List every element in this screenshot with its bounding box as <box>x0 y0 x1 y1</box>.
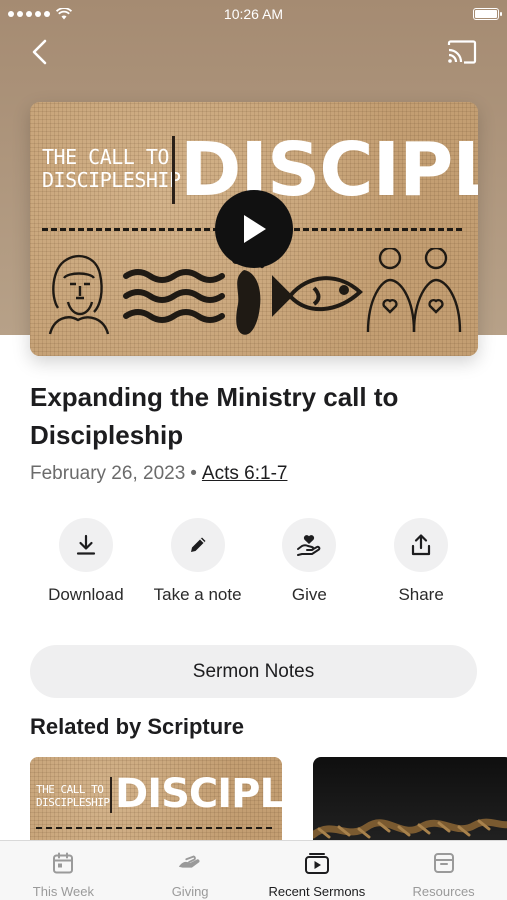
fish-icon <box>272 275 363 317</box>
sermon-date: February 26, 2023 <box>30 463 186 484</box>
related-section-title: Related by Scripture <box>30 714 244 739</box>
related-card-divider <box>110 777 112 813</box>
sermon-notes-button[interactable]: Sermon Notes <box>30 645 477 698</box>
download-icon <box>76 534 95 555</box>
status-bar: 10:26 AM <box>0 0 507 28</box>
water-waves-icon <box>123 269 225 323</box>
pencil-icon <box>190 537 206 552</box>
related-card-discipleship[interactable]: THE CALL TO DISCIPLESHIP DISCIPLE <box>30 757 282 841</box>
related-card-small-title: THE CALL TO DISCIPLESHIP <box>36 783 110 809</box>
giving-hand-icon <box>177 850 203 876</box>
sermon-title: Expanding the Ministry call to Disciples… <box>30 382 399 450</box>
give-label: Give <box>291 585 327 604</box>
scripture-link[interactable]: Acts 6:1-7 <box>202 463 288 484</box>
tab-recent-sermons[interactable]: Recent Sermons <box>254 841 381 900</box>
artwork-small-line-2: DISCIPLESHIP <box>42 168 181 192</box>
jesus-face-icon <box>48 254 110 335</box>
artwork-series-label: THE CALL TO DISCIPLESHIP <box>42 146 181 192</box>
tab-recent-sermons-label: Recent Sermons <box>268 884 366 899</box>
artwork-divider <box>172 136 175 204</box>
meta-separator: • <box>190 463 197 484</box>
action-row: Download Take a note Give Share <box>30 518 477 605</box>
give-circle <box>282 518 337 572</box>
calendar-icon <box>50 850 76 876</box>
back-chevron-icon[interactable] <box>28 38 54 66</box>
tab-this-week[interactable]: This Week <box>0 841 127 900</box>
sermon-meta: February 26, 2023 • Acts 6:1-7 <box>30 463 287 485</box>
give-hand-heart-icon <box>297 535 321 556</box>
download-label: Download <box>48 585 124 604</box>
share-icon <box>412 534 431 556</box>
archive-box-icon <box>431 850 457 876</box>
download-circle <box>58 518 113 572</box>
tab-resources[interactable]: Resources <box>380 841 507 900</box>
share-label: Share <box>398 585 444 604</box>
related-carousel[interactable]: THE CALL TO DISCIPLESHIP DISCIPLE <box>30 757 507 841</box>
share-button[interactable]: Share <box>365 518 477 605</box>
play-icon <box>244 215 266 243</box>
battery-icon <box>473 8 502 20</box>
give-button[interactable]: Give <box>254 518 366 605</box>
related-card-small-line-1: THE CALL TO <box>36 783 104 796</box>
related-card-rope[interactable] <box>313 757 507 841</box>
status-time: 10:26 AM <box>223 6 284 22</box>
sermons-play-icon <box>304 850 330 876</box>
tab-bar: This Week Giving Recent Sermons Resource… <box>0 840 507 900</box>
related-card-big-title: DISCIPLE <box>115 771 282 817</box>
take-note-label: Take a note <box>153 585 242 604</box>
related-card-dashed-line <box>36 827 272 829</box>
tab-resources-label: Resources <box>412 884 475 899</box>
take-note-button[interactable]: Take a note <box>142 518 254 605</box>
artwork-big-title: DISCIPLE <box>180 127 478 213</box>
take-note-circle <box>170 518 225 572</box>
related-card-small-line-2: DISCIPLESHIP <box>36 796 110 809</box>
artwork-small-line-1: THE CALL TO <box>42 145 169 169</box>
play-button[interactable] <box>215 190 293 268</box>
cast-icon[interactable] <box>447 40 477 64</box>
share-circle <box>394 518 449 572</box>
people-hearts-icon <box>366 248 462 333</box>
tab-giving-label: Giving <box>171 884 209 899</box>
download-button[interactable]: Download <box>30 518 142 605</box>
tab-this-week-label: This Week <box>32 884 94 899</box>
rope-dark-image <box>313 818 507 839</box>
sermon-artwork[interactable]: THE CALL TO DISCIPLESHIP DISCIPLE <box>30 102 478 356</box>
tab-giving[interactable]: Giving <box>127 841 254 900</box>
